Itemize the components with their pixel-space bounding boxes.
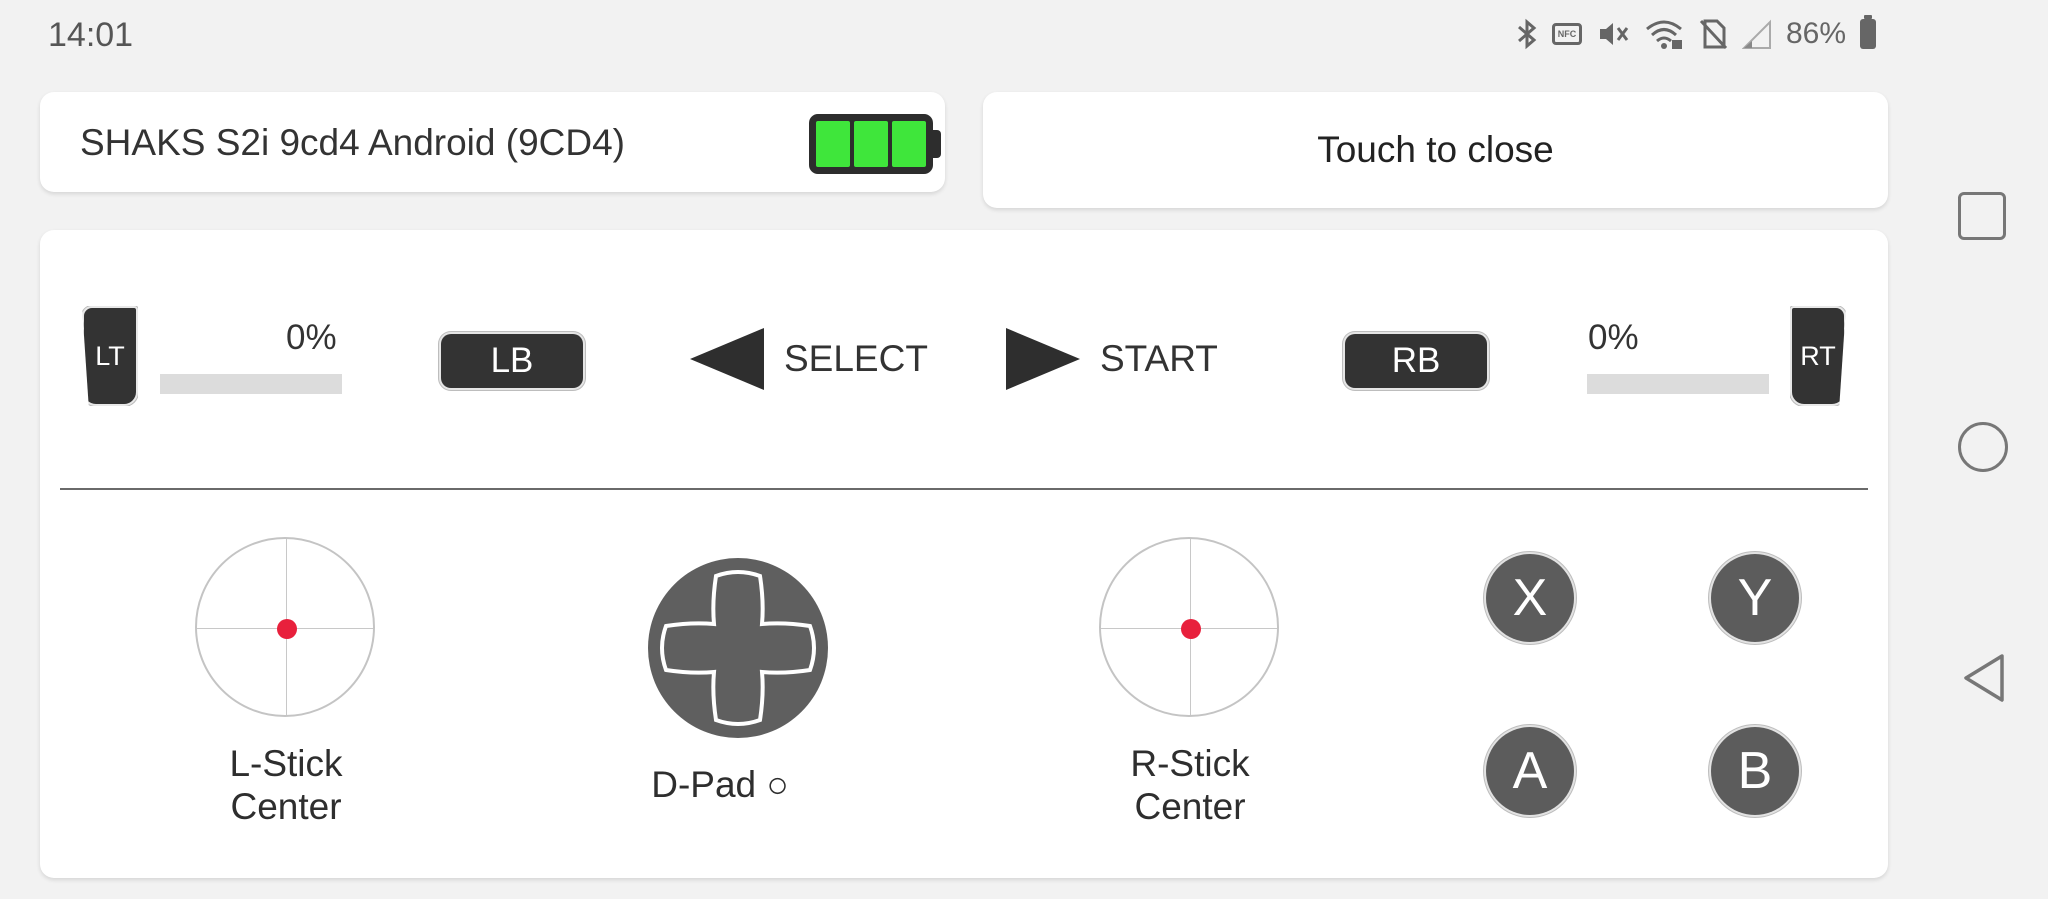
status-time: 14:01 (48, 16, 134, 54)
start-label: START (1100, 338, 1218, 379)
wifi-icon (1644, 14, 1684, 54)
a-label: A (1512, 742, 1548, 800)
battery-icon (1860, 14, 1876, 54)
home-icon[interactable] (1958, 422, 2010, 474)
battery-cell (892, 121, 926, 167)
right-stick-label: R-Stick (1130, 743, 1250, 784)
dpad-caption: D-Pad ○ (651, 764, 789, 805)
right-stick[interactable] (1099, 537, 1279, 717)
device-name: SHAKS S2i 9cd4 Android (9CD4) (80, 122, 625, 163)
lt-progress-bar (160, 374, 342, 394)
right-stick-dot (1181, 619, 1201, 639)
close-label: Touch to close (1317, 129, 1554, 170)
lt-percent: 0% (286, 318, 337, 357)
dpad[interactable] (648, 558, 828, 738)
left-stick-state: Center (230, 786, 342, 827)
x-button[interactable]: X (1486, 554, 1574, 642)
select-button[interactable]: SELECT (690, 328, 928, 390)
left-stick[interactable] (195, 537, 375, 717)
b-button[interactable]: B (1711, 727, 1799, 815)
controller-panel: LT 0% LB SELECT START RB 0% RT L-Stick C… (40, 230, 1888, 878)
a-button[interactable]: A (1486, 727, 1574, 815)
rt-trigger[interactable]: RT (1790, 306, 1846, 406)
right-stick-caption: R-Stick Center (1070, 742, 1310, 828)
vibrate-icon (1596, 14, 1630, 54)
no-sim-icon (1698, 14, 1728, 54)
lb-label: LB (490, 341, 534, 380)
lb-button[interactable]: LB (441, 334, 583, 388)
rt-label: RT (1800, 340, 1836, 371)
device-card: SHAKS S2i 9cd4 Android (9CD4) (40, 92, 945, 192)
bluetooth-icon (1516, 14, 1538, 54)
triangle-right-icon (1006, 328, 1080, 390)
status-icons: NFC 86% (1516, 14, 1876, 54)
x-label: X (1512, 569, 1548, 627)
status-bar: 14:01 NFC 86% (0, 0, 1900, 72)
rb-button[interactable]: RB (1345, 334, 1487, 388)
rb-label: RB (1391, 341, 1441, 380)
select-label: SELECT (784, 338, 928, 379)
y-label: Y (1737, 569, 1773, 627)
battery-cell (816, 121, 850, 167)
triangle-left-icon (690, 328, 764, 390)
battery-cell (854, 121, 888, 167)
navigation-bar (1920, 0, 2048, 899)
touch-to-close-button[interactable]: Touch to close (983, 92, 1888, 208)
back-icon[interactable] (1958, 652, 2010, 704)
nfc-icon: NFC (1551, 14, 1582, 54)
recents-icon[interactable] (1958, 192, 2010, 244)
left-stick-dot (277, 619, 297, 639)
start-button[interactable]: START (1006, 328, 1218, 390)
left-stick-caption: L-Stick Center (166, 742, 406, 828)
battery-percent: 86% (1785, 17, 1846, 50)
y-button[interactable]: Y (1711, 554, 1799, 642)
left-stick-label: L-Stick (229, 743, 343, 784)
rt-progress-bar (1587, 374, 1769, 394)
lt-trigger[interactable]: LT (82, 306, 138, 406)
right-stick-state: Center (1134, 786, 1246, 827)
rt-percent: 0% (1588, 318, 1639, 357)
divider (60, 488, 1868, 490)
nfc-label: NFC (1551, 23, 1582, 45)
signal-icon (1741, 14, 1772, 54)
lt-label: LT (95, 340, 125, 371)
dpad-cross-icon (660, 570, 816, 726)
battery-icon (809, 114, 941, 174)
b-label: B (1737, 742, 1773, 800)
